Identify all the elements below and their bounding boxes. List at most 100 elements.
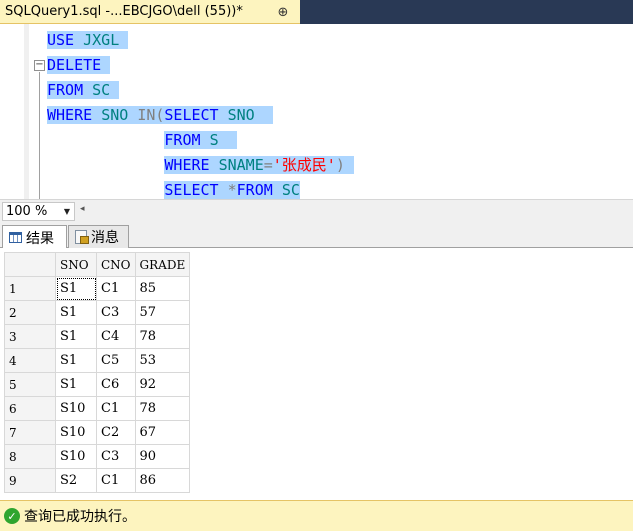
query-tab-title: SQLQuery1.sql -...EBCJGO\dell (55))*: [5, 4, 243, 19]
outline-guide: [39, 72, 40, 199]
grid-cell[interactable]: 78: [134, 396, 191, 421]
code-line[interactable]: WHERE SNAME='张成民'): [47, 153, 354, 178]
grid-cell[interactable]: C2: [96, 420, 136, 445]
grid-cell[interactable]: S10: [55, 444, 97, 469]
code-token: SELECT: [164, 106, 219, 124]
code-token: SC: [92, 81, 111, 99]
tab-messages[interactable]: 消息: [68, 225, 129, 248]
table-row[interactable]: 6 S10 C1 78: [4, 396, 191, 421]
table-row[interactable]: 8 S10 C3 90: [4, 444, 191, 469]
success-check-icon: ✓: [4, 508, 20, 524]
grid-cell[interactable]: C6: [96, 372, 136, 397]
grid-cell[interactable]: C3: [96, 444, 136, 469]
grid-cell[interactable]: 67: [134, 420, 191, 445]
selected-code-text: FROM SC: [47, 81, 120, 99]
grid-cell[interactable]: 53: [134, 348, 191, 373]
grid-cell[interactable]: S1: [55, 276, 97, 301]
grid-cell[interactable]: 78: [134, 324, 191, 349]
tab-messages-label: 消息: [91, 230, 119, 246]
selected-code-text: WHERE SNAME='张成民'): [164, 156, 354, 174]
grid-cell[interactable]: 90: [134, 444, 191, 469]
pin-icon[interactable]: ⊕: [275, 4, 291, 20]
row-number-cell[interactable]: 4: [4, 348, 56, 373]
row-number-cell[interactable]: 3: [4, 324, 56, 349]
sql-editor[interactable]: − USE JXGL DELETE FROM SC WHERE SNO IN(S…: [0, 24, 633, 199]
grid-cell[interactable]: C1: [96, 468, 136, 493]
row-number-cell[interactable]: 5: [4, 372, 56, 397]
grid-cell[interactable]: 92: [134, 372, 191, 397]
code-line[interactable]: WHERE SNO IN(SELECT SNO: [47, 103, 273, 128]
row-number-cell[interactable]: 6: [4, 396, 56, 421]
code-token: FROM: [47, 81, 84, 99]
collapse-outline-icon[interactable]: −: [34, 60, 45, 71]
grid-cell[interactable]: C4: [96, 324, 136, 349]
grid-cell[interactable]: C1: [96, 396, 136, 421]
row-number-cell[interactable]: 9: [4, 468, 56, 493]
tab-results[interactable]: 结果: [2, 225, 67, 249]
table-row[interactable]: 4 S1 C5 53: [4, 348, 191, 373]
grid-cell[interactable]: S1: [55, 372, 97, 397]
table-row[interactable]: 9 S2 C1 86: [4, 468, 191, 493]
document-tab-strip: SQLQuery1.sql -...EBCJGO\dell (55))* ⊕: [0, 0, 633, 24]
grid-cell[interactable]: C3: [96, 300, 136, 325]
results-grid-pane[interactable]: SNO CNO GRADE 1 S1 C1 85 2 S1 C3 57 3 S1 C4 78 4 S1 C5 53…: [0, 248, 633, 500]
query-document-tab[interactable]: SQLQuery1.sql -...EBCJGO\dell (55))* ⊕: [0, 0, 300, 24]
column-header[interactable]: CNO: [96, 252, 136, 277]
code-token: IN: [137, 106, 156, 124]
scroll-left-icon[interactable]: ◂: [80, 204, 85, 214]
selected-code-text: USE JXGL: [47, 31, 129, 49]
dropdown-arrow-icon: ▼: [63, 207, 70, 216]
grid-cell[interactable]: S2: [55, 468, 97, 493]
status-text: 查询已成功执行。: [24, 509, 136, 525]
table-row[interactable]: 2 S1 C3 57: [4, 300, 191, 325]
grid-cell[interactable]: C5: [96, 348, 136, 373]
grid-cell[interactable]: S1: [55, 300, 97, 325]
table-row[interactable]: 7 S10 C2 67: [4, 420, 191, 445]
code-line[interactable]: USE JXGL: [47, 28, 129, 53]
table-row[interactable]: 3 S1 C4 78: [4, 324, 191, 349]
row-number-cell[interactable]: 8: [4, 444, 56, 469]
selected-code-text: WHERE SNO IN(SELECT SNO: [47, 106, 273, 124]
grid-cell[interactable]: 57: [134, 300, 191, 325]
selected-code-text: SELECT *FROM SC: [164, 181, 300, 199]
grid-cell[interactable]: S10: [55, 396, 97, 421]
row-number-cell[interactable]: 2: [4, 300, 56, 325]
code-line[interactable]: FROM SC: [47, 78, 120, 103]
code-line[interactable]: DELETE: [47, 53, 111, 78]
code-line[interactable]: FROM S: [47, 128, 237, 153]
code-line[interactable]: SELECT *FROM SC: [47, 178, 300, 199]
row-number-cell[interactable]: 1: [4, 276, 56, 301]
grid-cell[interactable]: 86: [134, 468, 191, 493]
code-token: JXGL: [83, 31, 120, 49]
grid-cell[interactable]: S1: [55, 348, 97, 373]
grid-cell[interactable]: S1: [55, 324, 97, 349]
table-row[interactable]: 1 S1 C1 85: [4, 276, 191, 301]
grid-corner-cell[interactable]: [4, 252, 56, 277]
grid-cell[interactable]: C1: [96, 276, 136, 301]
column-header[interactable]: GRADE: [134, 252, 191, 277]
code-token: SNO: [101, 106, 129, 124]
table-row[interactable]: 5 S1 C6 92: [4, 372, 191, 397]
code-token: WHERE: [47, 106, 93, 124]
column-header[interactable]: SNO: [55, 252, 97, 277]
code-token: SC: [281, 181, 300, 199]
results-table[interactable]: SNO CNO GRADE 1 S1 C1 85 2 S1 C3 57 3 S1 C4 78 4 S1 C5 53…: [4, 252, 191, 493]
code-token: S: [209, 131, 219, 149]
grid-cell[interactable]: 85: [134, 276, 191, 301]
zoom-dropdown[interactable]: 100 % ▼: [2, 202, 75, 221]
grid-cell[interactable]: S10: [55, 420, 97, 445]
row-number-cell[interactable]: 7: [4, 420, 56, 445]
tab-results-label: 结果: [26, 230, 54, 247]
